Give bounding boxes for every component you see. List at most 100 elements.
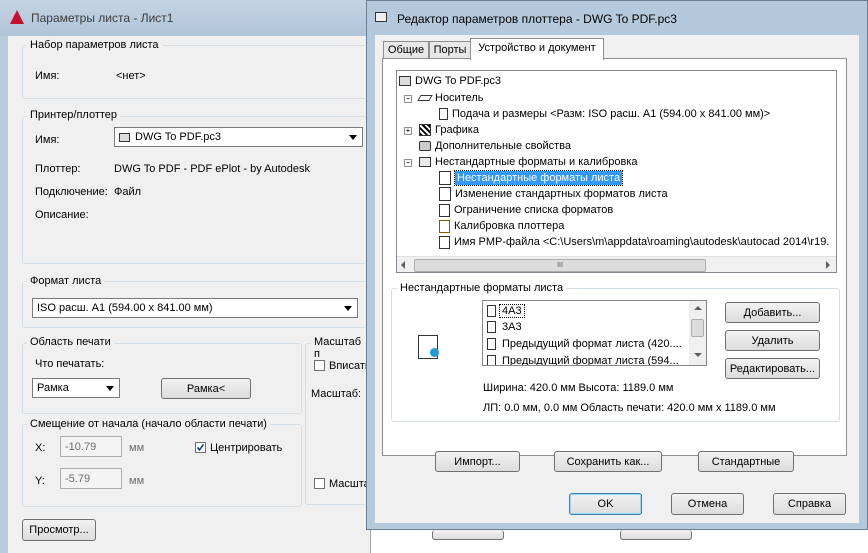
scroll-up-arrow-icon[interactable] xyxy=(694,306,702,310)
pmp-file-icon xyxy=(439,235,450,249)
defaults-button[interactable]: Стандартные xyxy=(698,451,794,472)
description-label: Описание: xyxy=(35,209,89,221)
page-setup-title: Параметры листа - Лист1 xyxy=(31,11,174,25)
cancel-button[interactable]: Отмена xyxy=(671,493,744,515)
settings-tree[interactable]: DWG To PDF.pc3 − Носитель Подача и разме… xyxy=(396,70,837,273)
filter-paper-icon xyxy=(439,203,450,217)
tab-general[interactable]: Общие xyxy=(383,41,429,59)
window-button[interactable]: Рамка< xyxy=(161,378,251,399)
printer-name-label: Имя: xyxy=(35,134,60,146)
paper-size-combo[interactable]: ISO расш. A1 (594.00 x 841.00 мм) xyxy=(32,298,358,318)
printer-name-combo[interactable]: DWG To PDF.pc3 xyxy=(114,127,363,147)
hidden-dialog-button[interactable] xyxy=(620,530,692,540)
tree-node-graphics[interactable]: Графика xyxy=(419,122,479,138)
tree-node-pmp-file[interactable]: Имя PMP-файла <C:\Users\m\appdata\roamin… xyxy=(439,234,829,250)
page-setup-titlebar[interactable]: Параметры листа - Лист1 xyxy=(0,0,370,36)
page-setup-name-value: <нет> xyxy=(116,70,146,82)
graphics-icon xyxy=(419,124,431,136)
paper-size-value: ISO расш. A1 (594.00 x 841.00 мм) xyxy=(37,302,213,314)
list-item[interactable]: Предыдущий формат листа (594... xyxy=(487,353,681,366)
document-icon xyxy=(487,321,496,333)
tree-horizontal-scrollbar[interactable]: III xyxy=(397,256,836,272)
paper-size-group-title: Формат листа xyxy=(27,275,105,287)
tree-label: Нестандартные форматы листа xyxy=(453,170,624,186)
x-offset-value: -10.79 xyxy=(65,440,97,453)
fit-to-paper-checkbox[interactable] xyxy=(314,360,325,371)
plotter-label: Плоттер: xyxy=(35,163,81,175)
list-vertical-scrollbar[interactable] xyxy=(689,301,706,365)
list-item-label: 3A3 xyxy=(502,321,522,333)
import-button[interactable]: Импорт... xyxy=(435,451,520,472)
custom-paper-icon xyxy=(439,171,451,185)
page-setup-group xyxy=(22,45,369,99)
tab-device-and-document[interactable]: Устройство и документ xyxy=(470,38,604,60)
scroll-thumb[interactable]: III xyxy=(414,259,706,272)
tree-label: Имя PMP-файла <C:\Users\m\appdata\roamin… xyxy=(454,236,830,248)
document-icon xyxy=(487,305,496,317)
list-item[interactable]: Предыдущий формат листа (420.... xyxy=(487,336,684,352)
tree-node-modify-standard-sizes[interactable]: Изменение стандартных форматов листа xyxy=(439,186,668,202)
plotter-editor-title: Редактор параметров плоттера - DWG To PD… xyxy=(397,12,677,26)
tree-node-custom-paper-sizes[interactable]: Нестандартные форматы листа xyxy=(439,170,624,186)
save-as-button[interactable]: Сохранить как... xyxy=(554,451,662,472)
y-offset-input[interactable]: -5.79 xyxy=(60,468,122,489)
list-item-label: Предыдущий формат листа (594... xyxy=(502,355,679,366)
tree-node-calibration[interactable]: Нестандартные форматы и калибровка xyxy=(419,154,638,170)
hidden-dialog-button[interactable] xyxy=(432,530,504,540)
checkmark-icon xyxy=(196,444,205,452)
tree-expander-graphics[interactable]: + xyxy=(404,127,412,135)
tree-label: Графика xyxy=(435,124,479,136)
center-plot-label: Центрировать xyxy=(210,442,283,454)
tree-label: Носитель xyxy=(435,92,484,104)
connection-value: Файл xyxy=(114,186,142,198)
delete-button[interactable]: Удалить xyxy=(725,330,820,351)
tree-expander-media[interactable]: − xyxy=(404,95,412,103)
tree-label: Подача и размеры <Разм: ISO расш. A1 (59… xyxy=(452,108,771,120)
edit-button[interactable]: Редактировать... xyxy=(725,358,820,379)
tab-ports[interactable]: Порты xyxy=(429,41,471,59)
ok-button[interactable]: OK xyxy=(569,493,642,515)
help-button[interactable]: Справка xyxy=(773,493,846,515)
window-frame-left xyxy=(0,36,8,553)
size-info-printable-area: ЛП: 0.0 мм, 0.0 мм Область печати: 420.0… xyxy=(483,402,776,414)
printer-icon xyxy=(119,132,130,142)
tree-node-source-size[interactable]: Подача и размеры <Разм: ISO расш. A1 (59… xyxy=(439,106,770,122)
size-info-dimensions: Ширина: 420.0 мм Высота: 1189.0 мм xyxy=(483,382,674,394)
list-item[interactable]: 4A3 xyxy=(487,303,525,319)
tree-node-media[interactable]: Носитель xyxy=(417,90,484,106)
custom-sizes-list[interactable]: 4A3 3A3 Предыдущий формат листа (420....… xyxy=(482,300,707,366)
y-offset-value: -5.79 xyxy=(65,472,91,485)
lineweights-checkbox[interactable] xyxy=(314,478,325,489)
custom-paper-wizard-icon xyxy=(418,335,439,359)
plotter-title-icon xyxy=(375,12,387,22)
add-button[interactable]: Добавить... xyxy=(725,302,820,323)
tree-node-root[interactable]: DWG To PDF.pc3 xyxy=(399,73,501,89)
tree-node-custom-properties[interactable]: Дополнительные свойства xyxy=(419,138,571,154)
scroll-left-arrow-icon[interactable] xyxy=(401,261,405,269)
lineweights-label: Масшта xyxy=(329,478,370,490)
scroll-down-arrow-icon[interactable] xyxy=(694,353,702,357)
modify-paper-icon xyxy=(439,187,451,201)
autocad-logo-icon xyxy=(10,10,24,24)
tree-label: Дополнительные свойства xyxy=(435,140,571,152)
what-to-plot-value: Рамка xyxy=(37,382,69,394)
tree-label: Калибровка плоттера xyxy=(454,220,565,232)
plotter-editor-titlebar[interactable]: Редактор параметров плоттера - DWG To PD… xyxy=(367,1,867,35)
tree-node-filter-paper-sizes[interactable]: Ограничение списка форматов xyxy=(439,202,613,218)
list-item[interactable]: 3A3 xyxy=(487,319,524,335)
x-offset-unit: мм xyxy=(129,442,145,454)
y-offset-label: Y: xyxy=(35,475,45,487)
tree-expander-calibration[interactable]: − xyxy=(404,159,412,167)
what-to-plot-combo[interactable]: Рамка xyxy=(32,378,120,398)
tree-node-plotter-calibration[interactable]: Калибровка плоттера xyxy=(439,218,564,234)
center-plot-checkbox[interactable] xyxy=(195,442,206,453)
properties-icon xyxy=(419,141,431,151)
tree-label: Нестандартные форматы и калибровка xyxy=(435,156,638,168)
x-offset-input[interactable]: -10.79 xyxy=(60,436,122,457)
chevron-down-icon xyxy=(349,135,357,140)
printer-name-value: DWG To PDF.pc3 xyxy=(135,131,221,143)
preview-button[interactable]: Просмотр... xyxy=(22,519,96,541)
plotter-value: DWG To PDF - PDF ePlot - by Autodesk xyxy=(114,163,311,175)
scroll-right-arrow-icon[interactable] xyxy=(826,261,830,269)
scroll-thumb[interactable] xyxy=(691,319,704,337)
